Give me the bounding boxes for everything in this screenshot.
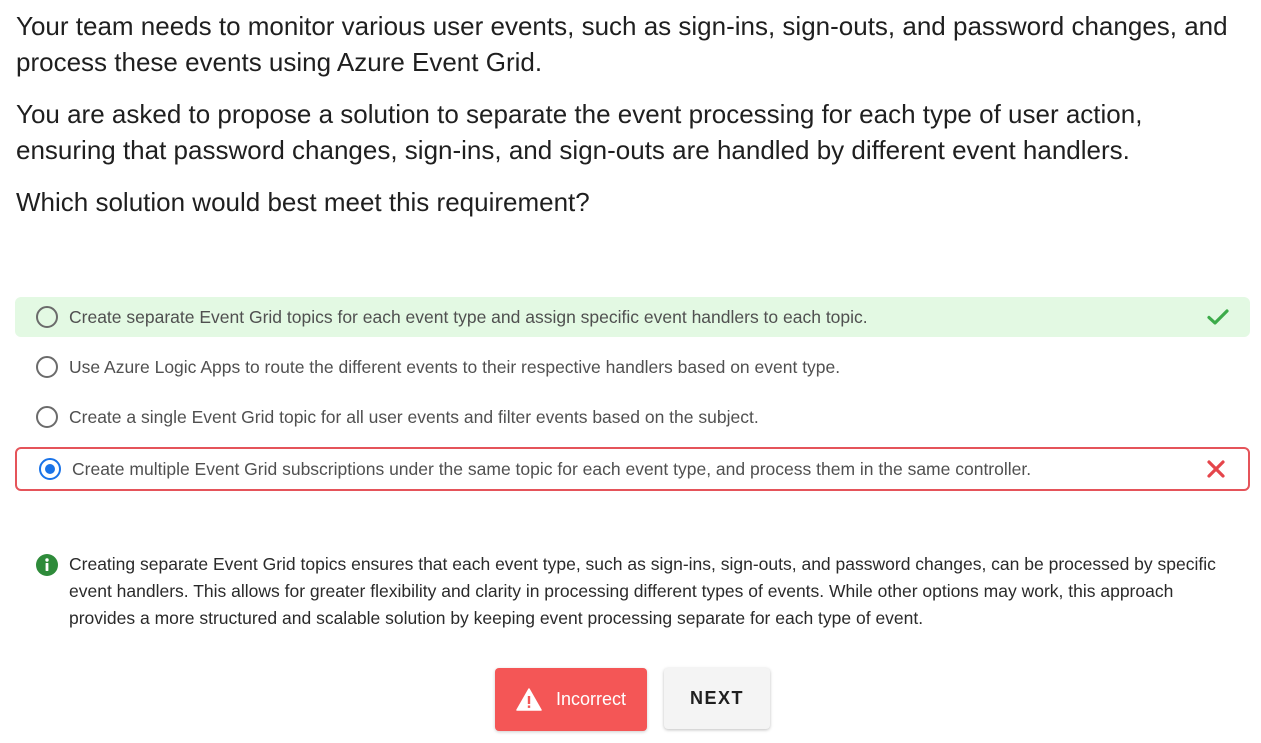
answer-option-4[interactable]: Create multiple Event Grid subscriptions… xyxy=(15,447,1250,491)
explanation: Creating separate Event Grid topics ensu… xyxy=(36,551,1226,632)
answer-option-label: Create a single Event Grid topic for all… xyxy=(69,406,759,427)
checkmark-icon xyxy=(1207,309,1229,325)
radio-selected-dot xyxy=(45,464,55,474)
answer-option-1[interactable]: Create separate Event Grid topics for ea… xyxy=(15,297,1250,337)
answer-option-3[interactable]: Create a single Event Grid topic for all… xyxy=(15,397,1250,437)
answer-option-label: Create separate Event Grid topics for ea… xyxy=(69,306,868,327)
action-buttons: Incorrect NEXT xyxy=(495,668,770,731)
radio-button-selected[interactable] xyxy=(39,458,61,480)
question-paragraph-2: You are asked to propose a solution to s… xyxy=(16,99,1143,165)
answer-option-label: Create multiple Event Grid subscriptions… xyxy=(72,458,1032,479)
radio-button[interactable] xyxy=(36,356,58,378)
radio-button[interactable] xyxy=(36,306,58,328)
question-text: Your team needs to monitor various user … xyxy=(16,8,1246,236)
answer-option-label: Use Azure Logic Apps to route the differ… xyxy=(69,356,841,377)
next-button[interactable]: NEXT xyxy=(664,668,770,729)
radio-button[interactable] xyxy=(36,406,58,428)
warning-icon xyxy=(516,688,542,711)
next-button-label: NEXT xyxy=(689,688,744,708)
explanation-text: Creating separate Event Grid topics ensu… xyxy=(69,554,1216,628)
answer-options: Create separate Event Grid topics for ea… xyxy=(15,297,1250,501)
question-prompt: Which solution would best meet this requ… xyxy=(16,187,590,217)
info-icon xyxy=(36,554,58,576)
answer-option-2[interactable]: Use Azure Logic Apps to route the differ… xyxy=(15,347,1250,387)
x-mark-icon xyxy=(1207,460,1225,478)
incorrect-result-button[interactable]: Incorrect xyxy=(495,668,647,731)
incorrect-result-label: Incorrect xyxy=(555,689,627,709)
question-paragraph-1: Your team needs to monitor various user … xyxy=(16,11,1228,77)
